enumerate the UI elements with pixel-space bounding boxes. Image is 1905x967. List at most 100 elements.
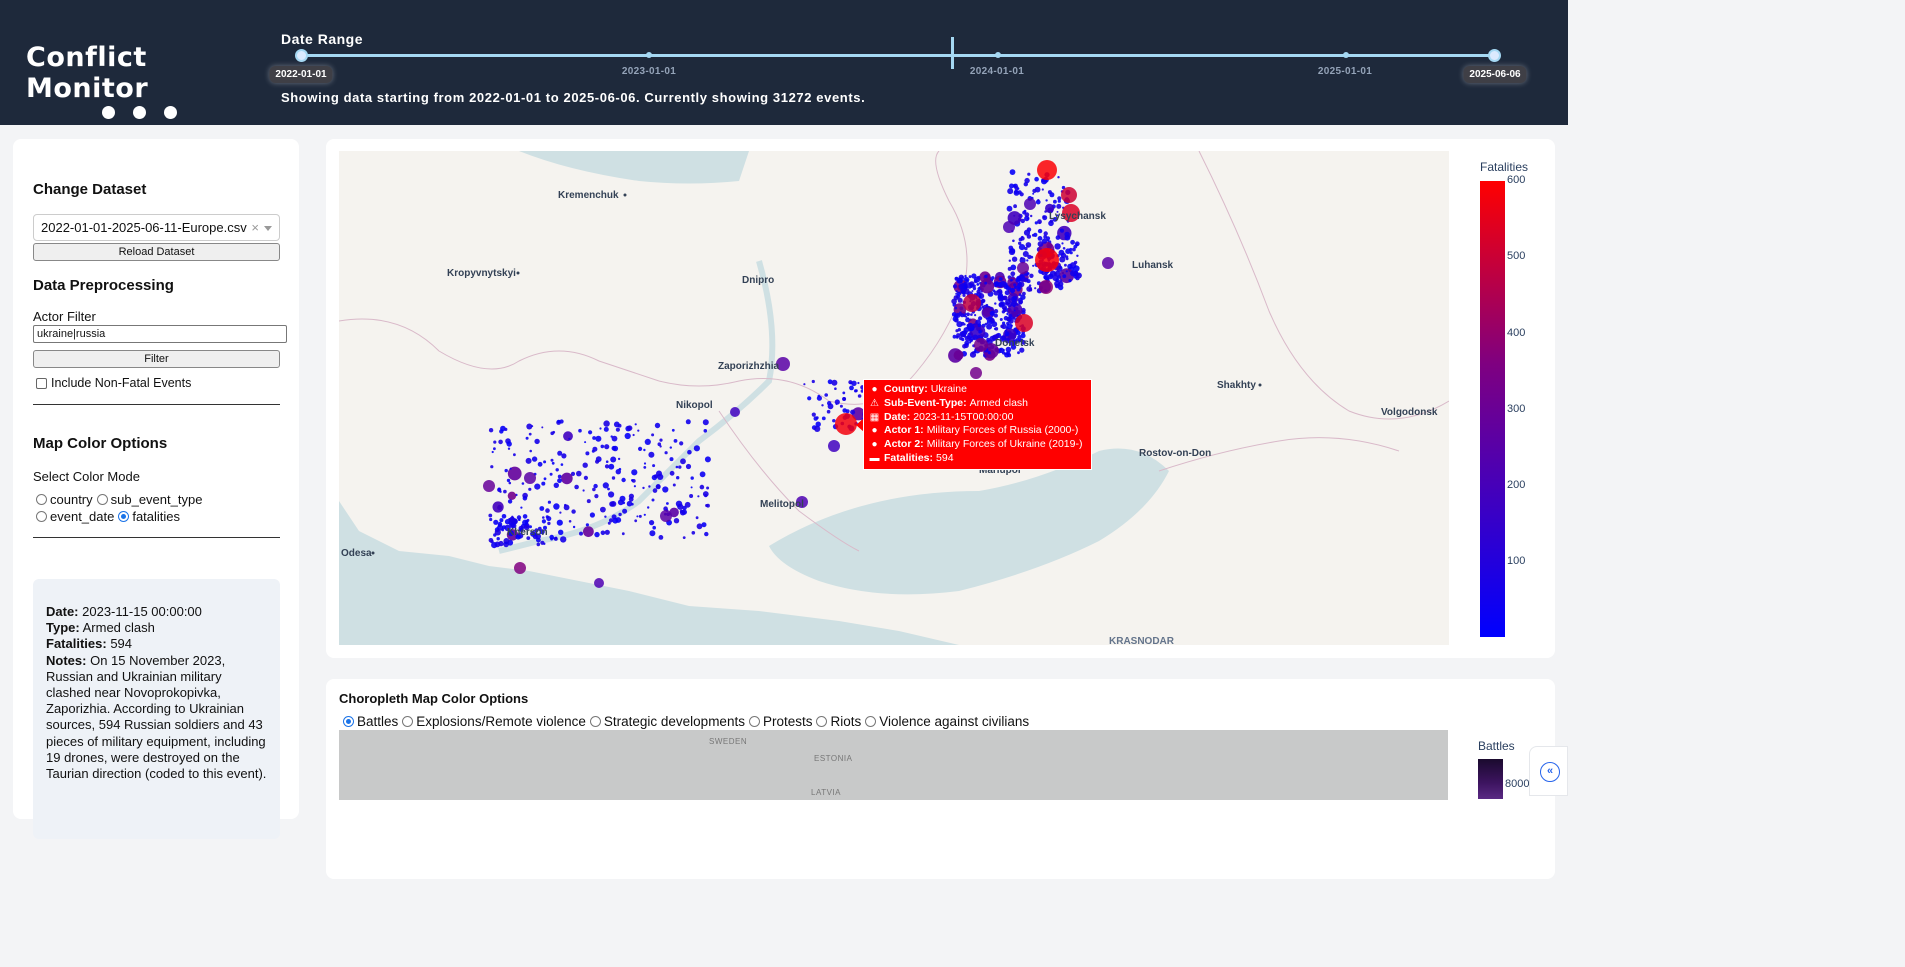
event-marker[interactable] <box>631 469 638 476</box>
slider-end-handle[interactable] <box>1488 49 1501 62</box>
event-marker[interactable] <box>588 430 593 435</box>
event-marker[interactable] <box>968 275 972 279</box>
event-marker[interactable] <box>506 478 511 483</box>
event-marker[interactable] <box>690 476 694 480</box>
event-marker[interactable] <box>1102 257 1114 269</box>
event-marker[interactable] <box>956 291 962 296</box>
event-marker[interactable] <box>955 290 958 293</box>
event-marker[interactable] <box>1008 245 1014 251</box>
event-marker[interactable] <box>615 469 621 475</box>
event-marker[interactable] <box>1027 172 1031 176</box>
event-marker[interactable] <box>699 484 705 490</box>
event-marker[interactable] <box>1002 348 1005 352</box>
event-marker[interactable] <box>1012 239 1015 243</box>
event-marker[interactable] <box>525 436 529 440</box>
event-marker[interactable] <box>704 531 709 537</box>
event-marker[interactable] <box>593 483 598 489</box>
choropleth-option-strategic[interactable]: Strategic developments <box>589 714 745 729</box>
radio-button-selected[interactable] <box>118 511 130 522</box>
event-marker[interactable] <box>1057 275 1061 279</box>
event-marker[interactable] <box>671 428 675 432</box>
event-marker[interactable] <box>557 478 562 484</box>
event-marker[interactable] <box>554 537 558 541</box>
event-marker[interactable] <box>1045 277 1048 280</box>
event-marker[interactable] <box>594 494 599 499</box>
event-marker[interactable] <box>1017 190 1022 195</box>
event-marker[interactable] <box>984 322 988 326</box>
event-marker[interactable] <box>965 342 969 346</box>
non-fatal-row[interactable]: Include Non-Fatal Events <box>36 376 191 390</box>
event-marker[interactable] <box>1007 188 1014 195</box>
event-marker[interactable] <box>1026 259 1029 262</box>
event-marker[interactable] <box>648 451 655 458</box>
event-marker[interactable] <box>974 279 978 283</box>
event-marker[interactable] <box>1057 199 1061 203</box>
event-marker[interactable] <box>542 516 545 519</box>
event-marker[interactable] <box>634 423 637 426</box>
event-marker[interactable] <box>634 519 638 523</box>
event-marker[interactable] <box>1030 255 1034 259</box>
event-marker[interactable] <box>537 461 543 467</box>
event-marker[interactable] <box>1024 177 1030 184</box>
event-marker[interactable] <box>1011 256 1018 262</box>
event-marker[interactable] <box>553 503 560 510</box>
event-marker[interactable] <box>599 427 602 430</box>
event-marker[interactable] <box>549 534 554 540</box>
event-marker[interactable] <box>497 523 501 528</box>
event-marker[interactable] <box>604 444 610 450</box>
event-marker[interactable] <box>1030 214 1033 218</box>
event-marker[interactable] <box>994 281 1000 286</box>
event-marker[interactable] <box>849 381 853 385</box>
choropleth-option-battles[interactable]: Battles <box>343 714 398 729</box>
event-marker[interactable] <box>626 500 633 507</box>
event-marker[interactable] <box>1059 228 1062 231</box>
event-marker[interactable] <box>497 487 501 491</box>
event-marker[interactable] <box>636 515 639 518</box>
event-marker[interactable] <box>649 530 656 537</box>
event-marker[interactable] <box>595 435 602 442</box>
event-marker[interactable] <box>669 457 674 462</box>
event-marker[interactable] <box>491 450 494 454</box>
event-marker[interactable] <box>1032 264 1035 267</box>
event-marker[interactable] <box>1025 242 1032 248</box>
event-marker[interactable] <box>1034 221 1038 225</box>
event-marker[interactable] <box>827 401 832 406</box>
event-marker[interactable] <box>488 538 494 543</box>
event-marker[interactable] <box>1013 283 1017 287</box>
event-marker[interactable] <box>611 476 616 480</box>
event-marker[interactable] <box>696 523 703 530</box>
event-marker[interactable] <box>974 314 977 317</box>
event-marker[interactable] <box>553 482 559 488</box>
event-marker[interactable] <box>1016 330 1021 336</box>
event-marker[interactable] <box>1003 221 1015 233</box>
event-marker[interactable] <box>507 491 517 500</box>
event-marker[interactable] <box>1061 187 1077 203</box>
event-marker[interactable] <box>981 305 984 308</box>
event-marker[interactable] <box>1004 290 1010 296</box>
event-marker[interactable] <box>960 289 966 295</box>
event-marker[interactable] <box>550 431 554 436</box>
event-marker[interactable] <box>1037 228 1043 234</box>
event-marker[interactable] <box>572 525 576 529</box>
event-marker[interactable] <box>685 463 692 470</box>
event-marker[interactable] <box>654 422 661 429</box>
event-marker[interactable] <box>662 486 669 493</box>
radio-button[interactable] <box>865 716 877 727</box>
event-marker[interactable] <box>600 530 606 536</box>
event-marker[interactable] <box>954 306 958 310</box>
event-marker[interactable] <box>803 383 806 386</box>
color-mode-country[interactable]: country <box>36 492 93 507</box>
event-marker[interactable] <box>1049 192 1055 198</box>
event-marker[interactable] <box>1041 188 1044 191</box>
event-marker[interactable] <box>643 462 647 465</box>
event-marker[interactable] <box>574 484 579 490</box>
event-marker[interactable] <box>560 536 567 543</box>
event-marker[interactable] <box>504 541 508 545</box>
choropleth-option-violence[interactable]: Violence against civilians <box>865 714 1029 729</box>
event-marker[interactable] <box>1004 352 1010 358</box>
event-marker[interactable] <box>857 381 860 385</box>
event-marker[interactable] <box>509 467 512 470</box>
event-marker[interactable] <box>826 409 831 414</box>
event-marker[interactable] <box>501 514 507 519</box>
chevron-down-icon[interactable] <box>264 226 272 231</box>
